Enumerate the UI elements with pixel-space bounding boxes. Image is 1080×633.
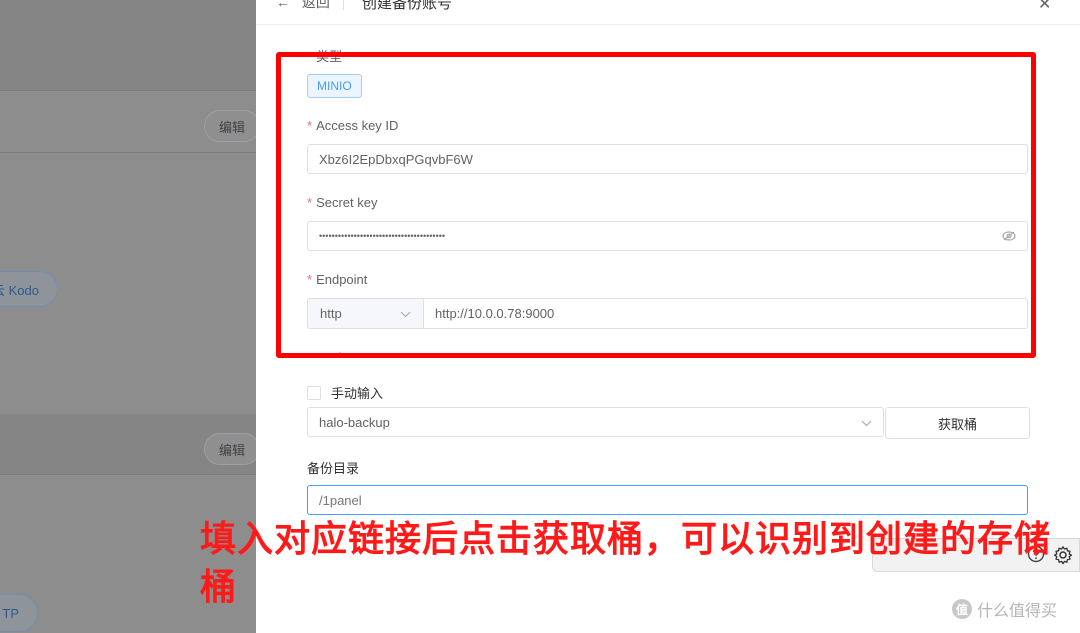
background-divider — [0, 90, 256, 91]
back-label: 返回 — [301, 0, 330, 10]
manual-input-checkbox[interactable]: 手动输入 — [307, 383, 383, 402]
drawer-title: 创建备份账号 — [362, 0, 453, 12]
checkbox-box[interactable] — [307, 385, 321, 400]
backup-dir-label: 备份目录 — [307, 461, 360, 476]
background-band — [0, 0, 256, 90]
close-icon[interactable]: ✕ — [1038, 0, 1051, 14]
background-edit-button[interactable]: 编辑 — [204, 433, 260, 465]
annotation-highlight-box — [276, 52, 1036, 358]
backup-dir-input[interactable] — [307, 485, 1028, 515]
background-divider — [0, 152, 256, 153]
background-sftp-pill[interactable]: TP — [0, 594, 38, 632]
bucket-select[interactable]: halo-backup — [307, 407, 884, 437]
chevron-down-icon — [861, 415, 872, 430]
background-kodo-pill[interactable]: 云 Kodo — [0, 271, 58, 307]
background-edit-button[interactable]: 编辑 — [204, 110, 260, 142]
back-button[interactable]: ← 返回 — [276, 0, 330, 12]
arrow-left-icon: ← — [276, 0, 290, 10]
header-separator — [343, 0, 344, 10]
bucket-value: halo-backup — [319, 414, 390, 430]
manual-input-label: 手动输入 — [331, 386, 384, 401]
watermark-logo-icon: 值 — [952, 599, 972, 619]
header-divider — [256, 24, 1080, 25]
watermark: 值 什么值得买 — [952, 597, 1057, 621]
get-bucket-button[interactable]: 获取桶 — [885, 407, 1030, 439]
background-divider — [0, 474, 256, 475]
annotation-text: 填入对应链接后点击获取桶，可以识别到创建的存储桶 — [200, 519, 1052, 608]
watermark-text: 什么值得买 — [977, 603, 1058, 620]
